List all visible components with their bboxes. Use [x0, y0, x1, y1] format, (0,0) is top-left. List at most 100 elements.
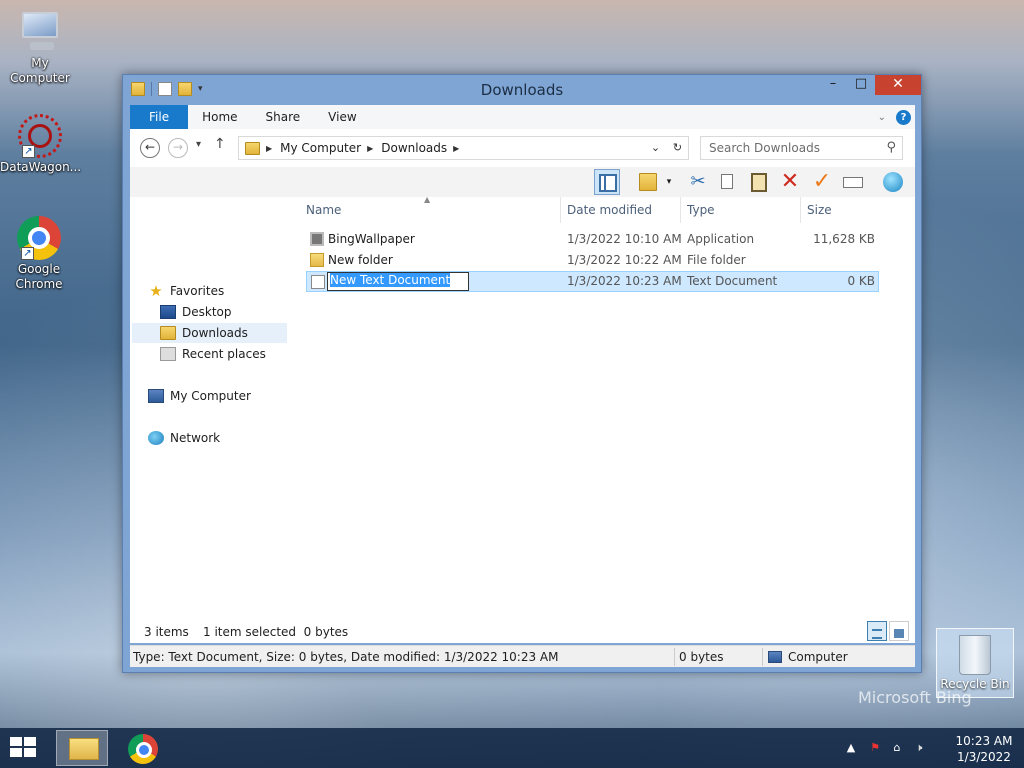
main-area: ★ Favorites Desktop Downloads Recent pla…	[130, 195, 915, 621]
pane-icon	[599, 174, 617, 192]
organize-button[interactable]	[635, 169, 661, 195]
cut-button[interactable]: ✂	[685, 169, 711, 195]
network-icon[interactable]: ⌂	[890, 741, 904, 755]
separator	[762, 648, 763, 666]
file-list: ▲ Name Date modified Type Size BingWallp…	[300, 195, 915, 621]
recycle-bin-icon	[959, 635, 991, 675]
file-size: 0 KB	[847, 274, 875, 288]
address-dropdown-icon[interactable]: ⌄	[644, 137, 666, 159]
show-hidden-icons-icon[interactable]: ▲	[844, 741, 858, 755]
separator	[674, 648, 675, 666]
computer-icon	[16, 10, 64, 54]
preview-pane-button[interactable]	[594, 169, 620, 195]
desktop-icon-google-chrome[interactable]: ↗ Google Chrome	[0, 216, 78, 292]
status-location: Computer	[788, 650, 848, 664]
file-date: 1/3/2022 10:23 AM	[567, 274, 682, 288]
taskbar-chrome[interactable]	[116, 730, 168, 766]
column-header-type[interactable]: Type	[681, 197, 801, 223]
chevron-right-icon[interactable]: ▶	[453, 144, 459, 153]
file-date: 1/3/2022 10:22 AM	[567, 253, 682, 267]
rename-button[interactable]	[840, 169, 866, 195]
desktop-icon-label: My Computer	[10, 56, 70, 85]
folder-icon	[245, 141, 260, 155]
nav-my-computer[interactable]: My Computer	[148, 386, 251, 406]
desktop-icon-my-computer[interactable]: My Computer	[0, 10, 80, 86]
recent-places-icon	[160, 347, 176, 361]
details-status-bar: Type: Text Document, Size: 0 bytes, Date…	[130, 645, 915, 667]
nav-label: Network	[170, 431, 221, 445]
forward-button[interactable]: →	[168, 138, 188, 158]
rename-icon	[843, 177, 863, 188]
desktop-icon-datawagon[interactable]: ↗ DataWagon...	[0, 114, 81, 175]
column-header-name[interactable]: Name	[300, 197, 561, 223]
column-header-size[interactable]: Size	[801, 197, 879, 223]
scissors-icon: ✂	[690, 171, 706, 192]
computer-icon	[148, 389, 164, 403]
rename-input[interactable]: New Text Document	[327, 272, 469, 291]
address-box[interactable]: ▶ My Computer ▶ Downloads ▶ ⌄ ↻	[238, 136, 689, 160]
chrome-icon: ↗	[15, 216, 63, 260]
column-header-date-modified[interactable]: Date modified	[561, 197, 681, 223]
organize-dropdown-icon[interactable]: ▾	[662, 169, 676, 195]
tab-file[interactable]: File	[130, 105, 189, 129]
action-center-flag-icon[interactable]: ⚑	[868, 741, 882, 755]
file-type: File folder	[687, 253, 746, 267]
breadcrumb-my-computer[interactable]: My Computer	[280, 141, 361, 155]
recent-locations-icon[interactable]: ▾	[196, 139, 201, 150]
file-explorer-icon	[69, 738, 99, 760]
search-input[interactable]: Search Downloads ⚲	[700, 136, 903, 160]
bing-watermark: Microsoft Bing	[858, 688, 972, 707]
nav-downloads[interactable]: Downloads	[132, 323, 287, 343]
internet-button[interactable]	[880, 169, 906, 195]
window-title: Downloads	[480, 81, 564, 99]
clock[interactable]: 10:23 AM 1/3/2022	[954, 733, 1014, 765]
back-button[interactable]: ←	[140, 138, 160, 158]
rename-text: New Text Document	[330, 273, 451, 287]
title-bar[interactable]: ▾ Downloads – □ ✕	[123, 75, 921, 105]
text-document-icon	[311, 275, 325, 289]
nav-network[interactable]: Network	[148, 428, 220, 448]
file-name: New folder	[328, 253, 393, 267]
tab-view[interactable]: View	[314, 105, 370, 129]
tab-share[interactable]: Share	[252, 105, 315, 129]
breadcrumb-downloads[interactable]: Downloads	[381, 141, 447, 155]
folder-check-icon	[639, 173, 657, 191]
navigation-pane: ★ Favorites Desktop Downloads Recent pla…	[130, 197, 293, 621]
details-view-button[interactable]	[867, 621, 887, 641]
up-button[interactable]: ↑	[214, 136, 226, 152]
status-bytes: 0 bytes	[679, 650, 724, 664]
volume-muted-icon[interactable]: 🕨	[912, 741, 926, 755]
maximize-button[interactable]: □	[847, 75, 875, 95]
nav-favorites[interactable]: ★ Favorites	[148, 281, 224, 301]
chrome-icon	[128, 734, 158, 764]
chevron-right-icon[interactable]: ▶	[266, 144, 272, 153]
desktop-icon-label: Google Chrome	[15, 262, 63, 291]
file-type: Text Document	[687, 274, 778, 288]
help-icon[interactable]: ?	[896, 109, 911, 125]
large-icons-view-button[interactable]	[889, 621, 909, 641]
chevron-right-icon[interactable]: ▶	[367, 144, 373, 153]
star-icon: ★	[149, 282, 163, 300]
paste-button[interactable]	[746, 169, 772, 195]
folder-icon	[310, 253, 324, 267]
refresh-icon[interactable]: ↻	[666, 137, 688, 159]
tab-home[interactable]: Home	[188, 105, 251, 129]
delete-button[interactable]: ✕	[777, 169, 803, 195]
large-icons-icon	[894, 629, 904, 638]
file-row[interactable]: BingWallpaper 1/3/2022 10:10 AM Applicat…	[306, 229, 879, 250]
command-toolbar: ▾ ✂ ✕ ✓	[130, 167, 915, 197]
nav-desktop[interactable]: Desktop	[160, 302, 232, 322]
clock-time: 10:23 AM	[955, 734, 1013, 748]
file-row-selected[interactable]: New Text Document 1/3/2022 10:23 AM Text…	[306, 271, 879, 292]
details-view-icon	[872, 629, 882, 639]
application-icon	[310, 232, 324, 246]
minimize-button[interactable]: –	[819, 75, 847, 95]
expand-ribbon-icon[interactable]: ⌄	[878, 112, 886, 123]
file-row[interactable]: New folder 1/3/2022 10:22 AM File folder	[306, 250, 879, 271]
start-button[interactable]	[10, 737, 38, 759]
close-button[interactable]: ✕	[875, 75, 921, 95]
taskbar-file-explorer[interactable]	[56, 730, 108, 766]
nav-recent-places[interactable]: Recent places	[160, 344, 266, 364]
copy-button[interactable]	[715, 169, 741, 195]
properties-button[interactable]: ✓	[809, 169, 835, 195]
